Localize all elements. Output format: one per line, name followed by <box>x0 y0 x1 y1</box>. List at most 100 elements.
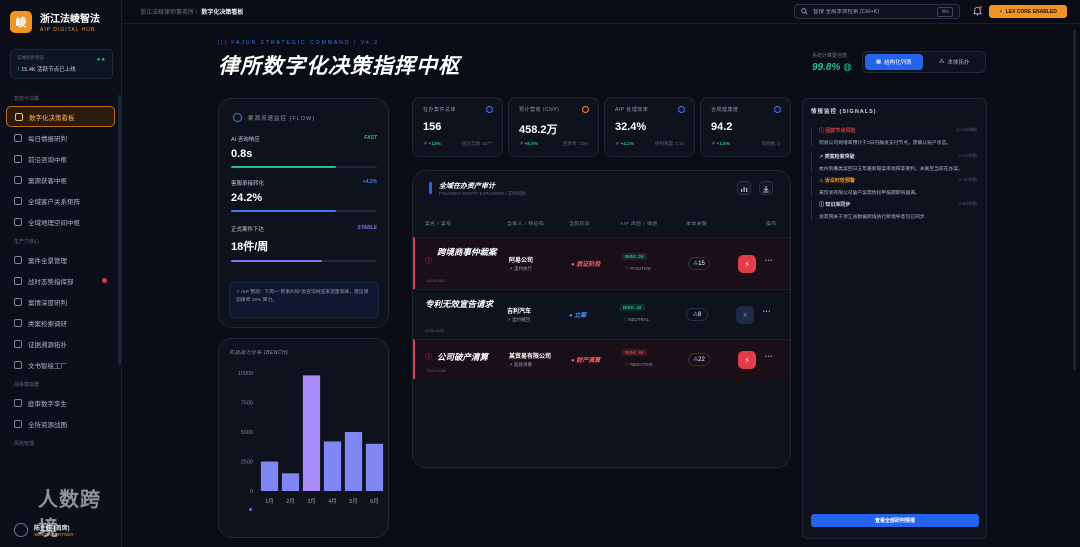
kpi-icon <box>486 106 493 113</box>
table-row[interactable]: 专利无效宣告请求 2026-0105 吉利汽车 ↗ 里约撤回 ● 立案 RISK: 42 ♡… <box>413 289 790 339</box>
brand-subtitle: AIP DIGITAL HUB <box>40 27 96 33</box>
sidebar-item-label: 文书智绘工厂 <box>28 362 67 370</box>
main-scrollbar[interactable] <box>1073 30 1076 370</box>
breadcrumb-root[interactable]: 浙江法崚律师事务所 / <box>140 7 197 16</box>
sidebar-item[interactable]: 战时态势指挥部 <box>0 270 121 291</box>
sidebar-item[interactable]: 案源获客中枢 <box>0 169 121 190</box>
kpi-delta: ↗ +4.2% <box>615 142 635 147</box>
bar-3月[interactable] <box>302 375 321 491</box>
bar-2月[interactable] <box>281 473 300 491</box>
kpi-card[interactable]: 合规健康度 94.2 ↗ +1.5% 风险数: 0 <box>700 97 791 157</box>
nav-item-icon <box>14 217 22 226</box>
kpi-card[interactable]: 在办案件总体 156 ↗ +12% 团队实绩: 62个 <box>412 97 503 157</box>
case-name: 公司破产清算 <box>437 352 489 362</box>
accent-bar <box>429 182 432 194</box>
sidebar-item[interactable]: 全域客户关系矩阵 <box>0 190 121 211</box>
party-trait: ↗ 里约撤回 <box>507 317 531 322</box>
more-icon[interactable]: ••• <box>763 309 771 315</box>
signal-item[interactable]: ⓘ 回款节点风险 ◷ 10分钟前 阿易公司将增率预计于3日内触发支付节点，需确认账户… <box>811 127 977 146</box>
download-button[interactable] <box>759 181 773 195</box>
sidebar-item[interactable]: 数字化决策看板 <box>6 106 115 127</box>
risk-badge: RISK: 42 <box>620 304 645 311</box>
signal-item[interactable]: ↗ 类案检索突破 ◷ 1小时前 杭州凯撒类案回日五年最新赔案率指挥等要判，关联至当前… <box>811 153 977 172</box>
global-search[interactable]: ⌘K <box>794 4 960 19</box>
case-stage: ● 立案 <box>569 313 587 319</box>
bell-icon[interactable] <box>972 5 983 16</box>
entity-sync-status: 实体同步状态 ⌇ 15.4K 活跃节点已上线 ●● <box>10 49 113 79</box>
signal-desc: 阿易公司将增率预计于3日内触发支付节点，需确认账户状态。 <box>819 141 952 146</box>
brand[interactable]: 崚 浙江法崚智法 AIP DIGITAL HUB <box>0 0 121 41</box>
bar-6月[interactable] <box>365 443 384 491</box>
signals-title: 情报监控 (SIGNALS) <box>811 109 877 115</box>
kpi-icon <box>678 106 685 113</box>
toggle-structured-list[interactable]: ▦ 结构化列表 <box>865 54 923 70</box>
case-number: 2026-0812 <box>427 278 447 283</box>
sidebar-item-label: 证据溯源拓扑 <box>28 341 67 349</box>
metric-tag: FAST <box>364 135 377 141</box>
sidebar-item[interactable]: 全域地理空间中枢 <box>0 211 121 232</box>
table-row[interactable]: ⓘ 公司破产清算 2023-4065 某贸易有限公司 ↗ 股链清算 ● 财产清算 RISK:… <box>413 339 790 379</box>
sidebar-item[interactable]: 前沿咨询中枢 <box>0 148 121 169</box>
party-name: 阿易公司 <box>509 258 534 264</box>
sidebar-item-label: 数字化决策看板 <box>29 114 75 122</box>
nav-item-icon <box>14 318 22 327</box>
bolt-icon: ⚡ <box>999 8 1003 15</box>
sidebar-item-label: 类案检索调研 <box>28 320 67 328</box>
kpi-label: 在办案件总体 <box>423 107 457 113</box>
sidebar-item[interactable]: 庭审数字孪生 <box>0 392 121 413</box>
bolt-icon: ⚡ <box>744 259 750 269</box>
kpi-label: AIP 处理效率 <box>615 107 649 113</box>
action-button[interactable]: ⚡ <box>738 351 756 369</box>
view-all-signals-button[interactable]: 查看全部研判情报 <box>811 514 979 527</box>
metric-label: 正式案件下达 <box>231 227 265 233</box>
sidebar-item[interactable]: 类案检索调研 <box>0 312 121 333</box>
sidebar-item[interactable]: 文书智绘工厂 <box>0 354 121 375</box>
signal-item[interactable]: ⓘ 知识库同步 ◷ 5小时前 浙高院关于浙江省数据跨境执行新指导意见已同步. <box>811 201 977 220</box>
bar-1月[interactable] <box>260 461 279 492</box>
search-input[interactable] <box>813 8 933 15</box>
sidebar-item[interactable]: 案件全景管理 <box>0 249 121 270</box>
bench-chart: 0 2500 5000 7500 10000 1月 2月 3月 4月 5月 6月 <box>238 371 384 505</box>
sidebar-item[interactable]: 每日情报研判 <box>0 127 121 148</box>
bar-5月[interactable] <box>344 432 363 491</box>
nav-item-icon <box>14 133 22 142</box>
ontology-links[interactable]: ⁂ 22 <box>688 353 710 366</box>
bar-4月[interactable] <box>323 441 342 491</box>
sidebar-item[interactable]: 证据溯源拓扑 <box>0 333 121 354</box>
sidebar-item[interactable]: 案情深度研判 <box>0 291 121 312</box>
kpi-delta: ↗ +8.5% <box>519 142 539 147</box>
more-icon[interactable]: ••• <box>765 258 773 264</box>
flow-title: 案源流速监控 (FLOW) <box>248 115 316 122</box>
kpi-card[interactable]: 预计营收 (CNY) 458.2万 ↗ +8.5% 回款率: 72% <box>508 97 599 157</box>
breadcrumb-current: 数字化决策看板 <box>201 10 244 16</box>
action-button[interactable]: ⚡ <box>736 306 754 324</box>
sidebar-item-label: 战时态势指挥部 <box>28 278 74 286</box>
table-row[interactable]: ⓘ 跨境商事仲裁案 2026-0812 阿易公司 ↗ 里约执行 ● 质证阶段 RISK: 2… <box>413 237 790 289</box>
metric-label: AI 咨询响应 <box>231 137 260 143</box>
brand-name: 浙江法崚智法 <box>40 14 100 25</box>
ontology-links[interactable]: ⁂ 15 <box>688 257 710 270</box>
nav-item-icon <box>14 196 22 205</box>
y-tick-label: 7500 <box>241 401 253 407</box>
signal-item[interactable]: ⚠ 诉讼时效预警 ◷ 3小时前 某贸易有限公司破产案需债权申报期即将届满。 <box>811 177 977 196</box>
case-number: 2026-0105 <box>425 328 445 333</box>
risk-badge: RISK: 24 <box>622 253 647 260</box>
more-icon[interactable]: ••• <box>765 354 773 360</box>
nav-item-icon <box>14 175 22 184</box>
search-icon <box>801 8 808 15</box>
sidebar-scrollbar[interactable] <box>118 95 121 365</box>
brand-logo-icon: 崚 <box>10 10 32 33</box>
sidebar-item[interactable]: 全所资源战图 <box>0 413 121 434</box>
signal-desc: 杭州凯撒类案回日五年最新赔案率指挥等要判，关联至当前在办案。 <box>819 167 963 172</box>
bolt-icon: ⚡ <box>744 355 750 365</box>
link-count: 22 <box>698 356 705 363</box>
chart-view-button[interactable] <box>737 181 751 195</box>
toggle-ontology-topology[interactable]: ⁂ 本体拓扑 <box>926 54 984 70</box>
nav-section-title: 战争模拟器 <box>14 382 40 388</box>
action-button[interactable]: ⚡ <box>738 255 756 273</box>
lex-core-badge[interactable]: ⚡ LEX CORE ENABLED <box>989 5 1067 18</box>
kpi-card[interactable]: AIP 处理效率 32.4% ↗ +4.2% 研判速度: 1.2s <box>604 97 695 157</box>
ontology-links[interactable]: ⁂ 8 <box>686 308 708 321</box>
link-count: 8 <box>697 311 702 318</box>
sidebar: 崚 浙江法崚智法 AIP DIGITAL HUB 实体同步状态 ⌇ 15.4K … <box>0 0 122 547</box>
